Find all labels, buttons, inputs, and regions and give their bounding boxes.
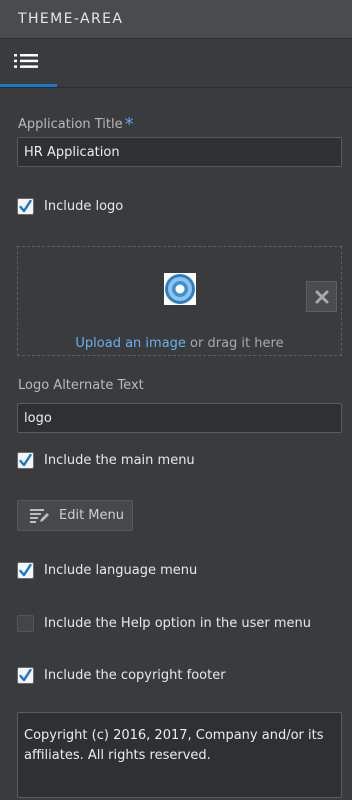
edit-menu-label: Edit Menu [59, 508, 124, 523]
include-copyright-checkbox[interactable] [17, 666, 34, 684]
app-title-input[interactable] [17, 137, 342, 167]
edit-list-icon [30, 508, 49, 523]
include-logo-row[interactable]: Include logo [17, 195, 123, 217]
include-main-menu-label: Include the main menu [44, 452, 195, 468]
checkmark-icon [19, 563, 32, 576]
logo-image [164, 273, 196, 305]
close-icon [315, 290, 328, 303]
app-title-label: Application Title * [18, 112, 134, 135]
include-language-menu-row[interactable]: Include language menu [17, 559, 197, 581]
upload-suffix: or drag it here [185, 336, 284, 351]
panel-title: THEME-AREA [18, 11, 124, 27]
logo-alt-input[interactable] [17, 403, 342, 433]
include-main-menu-row[interactable]: Include the main menu [17, 449, 195, 471]
upload-image-link[interactable]: Upload an image [75, 336, 186, 351]
remove-logo-button[interactable] [306, 281, 337, 312]
list-icon [14, 54, 38, 68]
tab-properties[interactable] [0, 39, 57, 87]
include-help-checkbox[interactable] [17, 614, 34, 632]
checkmark-icon [19, 668, 32, 681]
include-logo-label: Include logo [44, 198, 124, 214]
required-marker: * [124, 114, 134, 135]
logo-dropzone[interactable]: Upload an image or drag it here [17, 246, 342, 356]
checkmark-icon [19, 453, 32, 466]
upload-instructions: Upload an image or drag it here [18, 336, 341, 351]
include-help-row[interactable]: Include the Help option in the user menu [17, 612, 311, 634]
tab-bar [0, 39, 352, 88]
include-help-label: Include the Help option in the user menu [44, 615, 312, 631]
edit-menu-button[interactable]: Edit Menu [17, 500, 133, 531]
include-logo-checkbox[interactable] [17, 197, 34, 215]
include-copyright-label: Include the copyright footer [44, 667, 226, 683]
include-copyright-row[interactable]: Include the copyright footer [17, 664, 226, 686]
panel-header: THEME-AREA [0, 0, 352, 39]
app-title-label-text: Application Title [18, 117, 123, 132]
copyright-textarea[interactable]: Copyright (c) 2016, 2017, Company and/or… [17, 712, 342, 798]
include-language-menu-label: Include language menu [44, 562, 198, 578]
logo-alt-label: Logo Alternate Text [18, 378, 144, 393]
include-main-menu-checkbox[interactable] [17, 451, 34, 469]
include-language-menu-checkbox[interactable] [17, 561, 34, 579]
checkmark-icon [19, 199, 32, 212]
